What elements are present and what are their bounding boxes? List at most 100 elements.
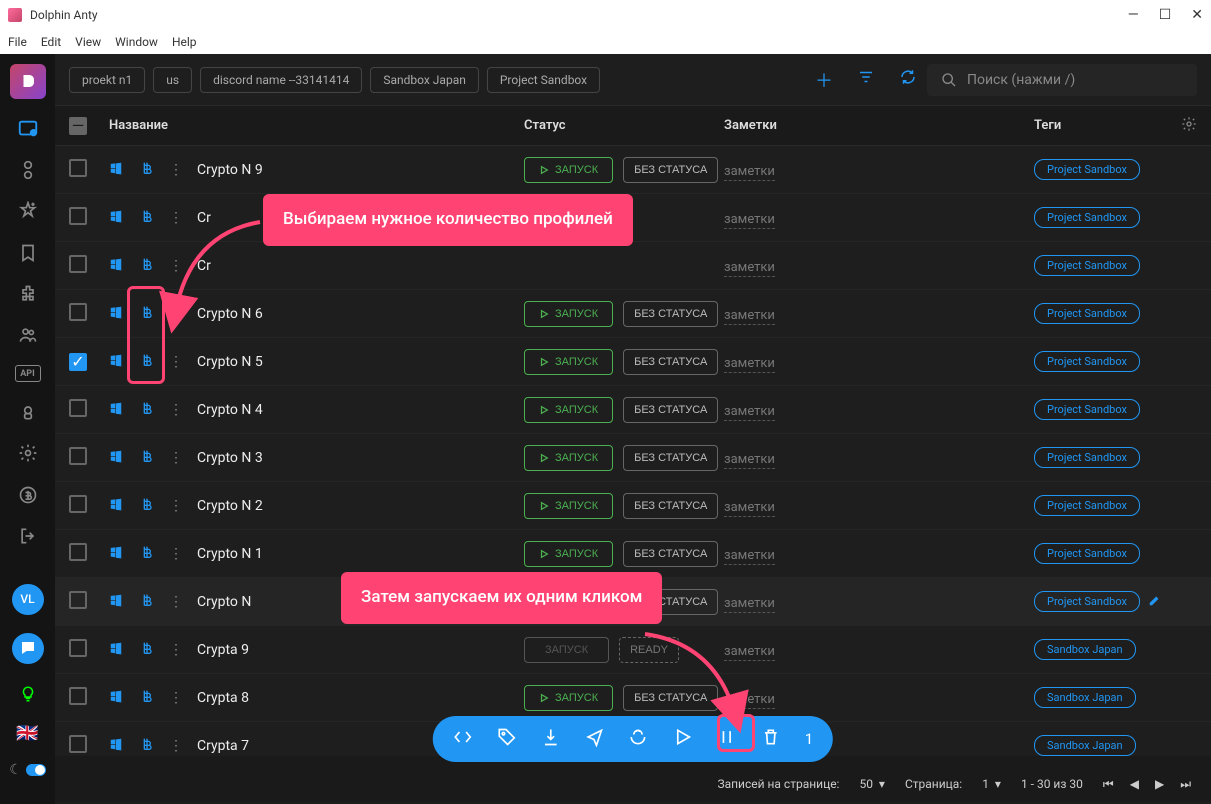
profile-tag-badge[interactable]: Project Sandbox xyxy=(1034,399,1140,420)
table-row[interactable]: ✓ ⋮ Crypto N 5 ЗАПУСКБЕЗ СТАТУСА заметки… xyxy=(55,338,1211,386)
user-avatar[interactable]: VL xyxy=(12,584,44,615)
sidebar-automation-icon[interactable] xyxy=(16,400,40,423)
table-row[interactable]: ⋮ Crypto N 3 ЗАПУСКБЕЗ СТАТУСА заметки P… xyxy=(55,434,1211,482)
profile-tag-badge[interactable]: Project Sandbox xyxy=(1034,303,1140,324)
status-button[interactable]: БЕЗ СТАТУСА xyxy=(623,541,718,567)
notes-placeholder[interactable]: заметки xyxy=(724,260,775,277)
launch-button[interactable]: ЗАПУСК xyxy=(524,541,613,567)
menu-window[interactable]: Window xyxy=(115,35,158,49)
table-row[interactable]: ⋮ Cr заметки Project Sandbox xyxy=(55,194,1211,242)
filter-icon[interactable] xyxy=(857,68,875,91)
sidebar-users-icon[interactable] xyxy=(16,324,40,347)
profile-tag-badge[interactable]: Project Sandbox xyxy=(1034,351,1140,372)
row-checkbox[interactable] xyxy=(69,399,87,417)
filter-tag[interactable]: proekt n1 xyxy=(69,67,145,93)
bulb-icon[interactable] xyxy=(16,682,40,705)
action-tag-icon[interactable] xyxy=(497,727,517,752)
refresh-icon[interactable] xyxy=(899,68,917,91)
notes-placeholder[interactable]: заметки xyxy=(724,500,775,517)
row-menu-icon[interactable]: ⋮ xyxy=(169,306,183,322)
row-menu-icon[interactable]: ⋮ xyxy=(169,354,183,370)
notes-placeholder[interactable]: заметки xyxy=(724,164,775,181)
maximize-button[interactable]: ☐ xyxy=(1159,7,1172,23)
action-play-icon[interactable] xyxy=(673,727,693,752)
table-row[interactable]: ⋮ Crypto N 2 ЗАПУСКБЕЗ СТАТУСА заметки P… xyxy=(55,482,1211,530)
profile-tag-badge[interactable]: Project Sandbox xyxy=(1034,255,1140,276)
column-tags[interactable]: Теги xyxy=(1034,118,1181,133)
profile-tag-badge[interactable]: Sandbox Japan xyxy=(1034,687,1136,708)
sidebar-browsers-icon[interactable] xyxy=(16,117,40,140)
sidebar-extensions-icon[interactable] xyxy=(16,282,40,305)
add-profile-button[interactable]: ＋ xyxy=(815,67,833,93)
row-checkbox[interactable] xyxy=(69,639,87,657)
launch-button[interactable]: ЗАПУСК xyxy=(524,397,613,423)
profile-tag-badge[interactable]: Sandbox Japan xyxy=(1034,639,1136,660)
menu-file[interactable]: File xyxy=(8,35,27,49)
row-menu-icon[interactable]: ⋮ xyxy=(169,210,183,226)
row-checkbox[interactable] xyxy=(69,447,87,465)
row-menu-icon[interactable]: ⋮ xyxy=(169,690,183,706)
status-button[interactable]: READY xyxy=(619,637,679,663)
minimize-button[interactable]: — xyxy=(1128,7,1139,23)
status-button[interactable]: БЕЗ СТАТУСА xyxy=(623,301,718,327)
table-row[interactable]: ⋮ Crypto N 4 ЗАПУСКБЕЗ СТАТУСА заметки P… xyxy=(55,386,1211,434)
sidebar-settings-icon[interactable] xyxy=(16,442,40,465)
app-logo[interactable] xyxy=(10,64,46,99)
status-button[interactable]: БЕЗ СТАТУСА xyxy=(623,349,718,375)
profile-tag-badge[interactable]: Project Sandbox xyxy=(1034,207,1140,228)
row-menu-icon[interactable]: ⋮ xyxy=(169,162,183,178)
profile-tag-badge[interactable]: Project Sandbox xyxy=(1034,543,1140,564)
page-select[interactable]: 1 ▾ xyxy=(982,777,1001,791)
table-row[interactable]: ⋮ Crypta 8 ЗАПУСКБЕЗ СТАТУСА заметки San… xyxy=(55,674,1211,722)
pager-prev[interactable]: ◀ xyxy=(1130,777,1139,792)
filter-tag[interactable]: Project Sandbox xyxy=(487,67,600,93)
notes-placeholder[interactable]: заметки xyxy=(724,692,775,709)
row-menu-icon[interactable]: ⋮ xyxy=(169,546,183,562)
launch-button[interactable]: ЗАПУСК xyxy=(524,445,613,471)
row-checkbox[interactable] xyxy=(69,687,87,705)
menu-view[interactable]: View xyxy=(75,35,101,49)
status-button[interactable]: БЕЗ СТАТУСА xyxy=(623,685,718,711)
launch-button[interactable]: ЗАПУСК xyxy=(524,685,613,711)
row-checkbox[interactable] xyxy=(69,255,87,273)
column-name[interactable]: Название xyxy=(109,118,524,133)
filter-tag[interactable]: Sandbox Japan xyxy=(370,67,478,93)
sidebar-api-icon[interactable]: API xyxy=(15,365,41,383)
notes-placeholder[interactable]: заметки xyxy=(724,212,775,229)
row-checkbox[interactable] xyxy=(69,591,87,609)
sidebar-logout-icon[interactable] xyxy=(16,524,40,547)
chat-icon[interactable] xyxy=(12,633,44,664)
sidebar-star-plus-icon[interactable] xyxy=(16,200,40,223)
notes-placeholder[interactable]: заметки xyxy=(724,644,775,661)
table-row[interactable]: ⋮ Cr заметки Project Sandbox xyxy=(55,242,1211,290)
action-download-icon[interactable] xyxy=(541,727,561,752)
row-checkbox[interactable] xyxy=(69,543,87,561)
launch-button[interactable]: ЗАПУСК xyxy=(524,349,613,375)
column-status[interactable]: Статус xyxy=(524,118,724,133)
table-row[interactable]: ⋮ Crypto N 6 ЗАПУСКБЕЗ СТАТУСА заметки P… xyxy=(55,290,1211,338)
notes-placeholder[interactable]: заметки xyxy=(724,452,775,469)
filter-tag[interactable]: us xyxy=(153,67,192,93)
action-delete-icon[interactable] xyxy=(761,727,781,752)
sidebar-billing-icon[interactable] xyxy=(16,483,40,506)
notes-placeholder[interactable]: заметки xyxy=(724,356,775,373)
edit-icon[interactable] xyxy=(1148,592,1162,611)
notes-placeholder[interactable]: заметки xyxy=(724,308,775,325)
row-menu-icon[interactable]: ⋮ xyxy=(169,450,183,466)
row-checkbox[interactable] xyxy=(69,207,87,225)
status-button[interactable]: БЕЗ СТАТУСА xyxy=(623,445,718,471)
sidebar-proxies-icon[interactable] xyxy=(16,158,40,181)
status-button[interactable]: БЕЗ СТАТУСА xyxy=(623,493,718,519)
notes-placeholder[interactable]: заметки xyxy=(724,404,775,421)
row-checkbox[interactable] xyxy=(69,735,87,753)
row-menu-icon[interactable]: ⋮ xyxy=(169,642,183,658)
close-button[interactable]: ✕ xyxy=(1191,7,1203,23)
notes-placeholder[interactable]: заметки xyxy=(724,596,775,613)
menu-help[interactable]: Help xyxy=(172,35,197,49)
profile-tag-badge[interactable]: Project Sandbox xyxy=(1034,159,1140,180)
row-menu-icon[interactable]: ⋮ xyxy=(169,738,183,754)
search-input[interactable]: Поиск (нажми /) xyxy=(927,64,1197,96)
launch-button[interactable]: ЗАПУСК xyxy=(524,493,613,519)
profile-tag-badge[interactable]: Project Sandbox xyxy=(1034,495,1140,516)
status-button[interactable]: БЕЗ СТАТУСА xyxy=(623,397,718,423)
